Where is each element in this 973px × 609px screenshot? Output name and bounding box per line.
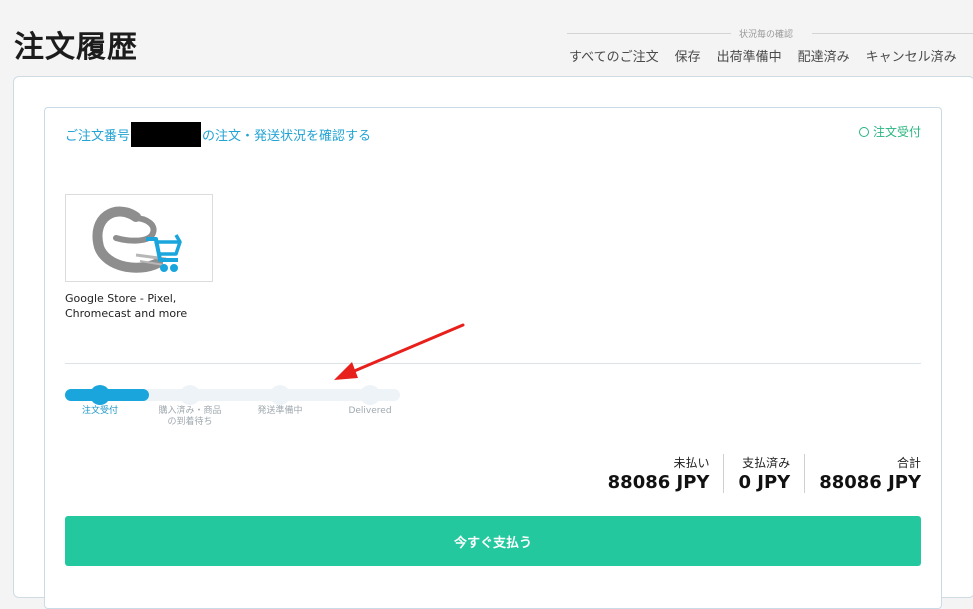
progress-step-label-4: Delivered xyxy=(348,406,392,416)
shopping-cart-logo-icon xyxy=(92,206,182,273)
order-header-suffix: の注文・発送状況を確認する xyxy=(202,129,372,144)
total-amount: 88086 JPY xyxy=(819,472,921,493)
unpaid-column: 未払い 88086 JPY xyxy=(594,454,724,493)
circle-icon xyxy=(858,126,869,137)
total-column: 合計 88086 JPY xyxy=(804,454,921,493)
progress-step-dot-3 xyxy=(270,385,290,405)
unpaid-amount: 88086 JPY xyxy=(607,472,710,493)
page-title: 注文履歴 xyxy=(14,30,138,65)
order-header-link[interactable]: ご注文番号 の注文・発送状況を確認する xyxy=(65,122,371,147)
paid-amount: 0 JPY xyxy=(738,472,791,493)
progress-step-label-2: 購入済み・商品の到着待ち xyxy=(158,406,222,427)
progress-step-dot-1 xyxy=(90,385,110,405)
section-divider xyxy=(65,363,921,364)
store-logo[interactable] xyxy=(65,194,213,282)
paid-column: 支払済み 0 JPY xyxy=(723,454,804,493)
status-badge-label: 注文受付 xyxy=(872,125,921,139)
filter-cancelled[interactable]: キャンセル済み xyxy=(866,46,957,65)
status-filter-nav: すべてのご注文 保存 出荷準備中 配達済み キャンセル済み xyxy=(569,46,957,65)
filter-caption-group: 状況毎の確認 xyxy=(567,27,973,40)
progress-step-dot-4 xyxy=(360,385,380,405)
total-label: 合計 xyxy=(896,456,921,470)
caption-line-right xyxy=(812,33,973,34)
pay-now-button[interactable]: 今すぐ支払う xyxy=(65,516,921,566)
payment-totals: 未払い 88086 JPY 支払済み 0 JPY 合計 88086 JPY xyxy=(594,454,921,493)
filter-delivered[interactable]: 配達済み xyxy=(798,46,850,65)
status-badge: 注文受付 xyxy=(858,123,921,140)
redacted-order-number xyxy=(131,122,202,147)
caption-line-left xyxy=(567,33,731,34)
filter-preparing-shipment[interactable]: 出荷準備中 xyxy=(717,46,782,65)
store-name[interactable]: Google Store - Pixel, Chromecast and mor… xyxy=(65,291,215,321)
progress-step-label-3: 発送準備中 xyxy=(257,406,303,416)
filter-all-orders[interactable]: すべてのご注文 xyxy=(569,46,659,65)
order-progress-track xyxy=(65,389,400,401)
orders-panel: ご注文番号 の注文・発送状況を確認する 注文受付 Google Store - … xyxy=(13,76,973,609)
filter-saved[interactable]: 保存 xyxy=(675,46,701,65)
progress-step-label-1: 注文受付 xyxy=(81,406,118,416)
order-number-prefix: ご注文番号 xyxy=(65,129,131,144)
paid-label: 支払済み xyxy=(742,456,791,470)
order-card: ご注文番号 の注文・発送状況を確認する 注文受付 Google Store - … xyxy=(44,107,942,609)
progress-step-dot-2 xyxy=(180,385,200,405)
unpaid-label: 未払い xyxy=(673,456,710,470)
filter-caption: 状況毎の確認 xyxy=(739,30,794,40)
